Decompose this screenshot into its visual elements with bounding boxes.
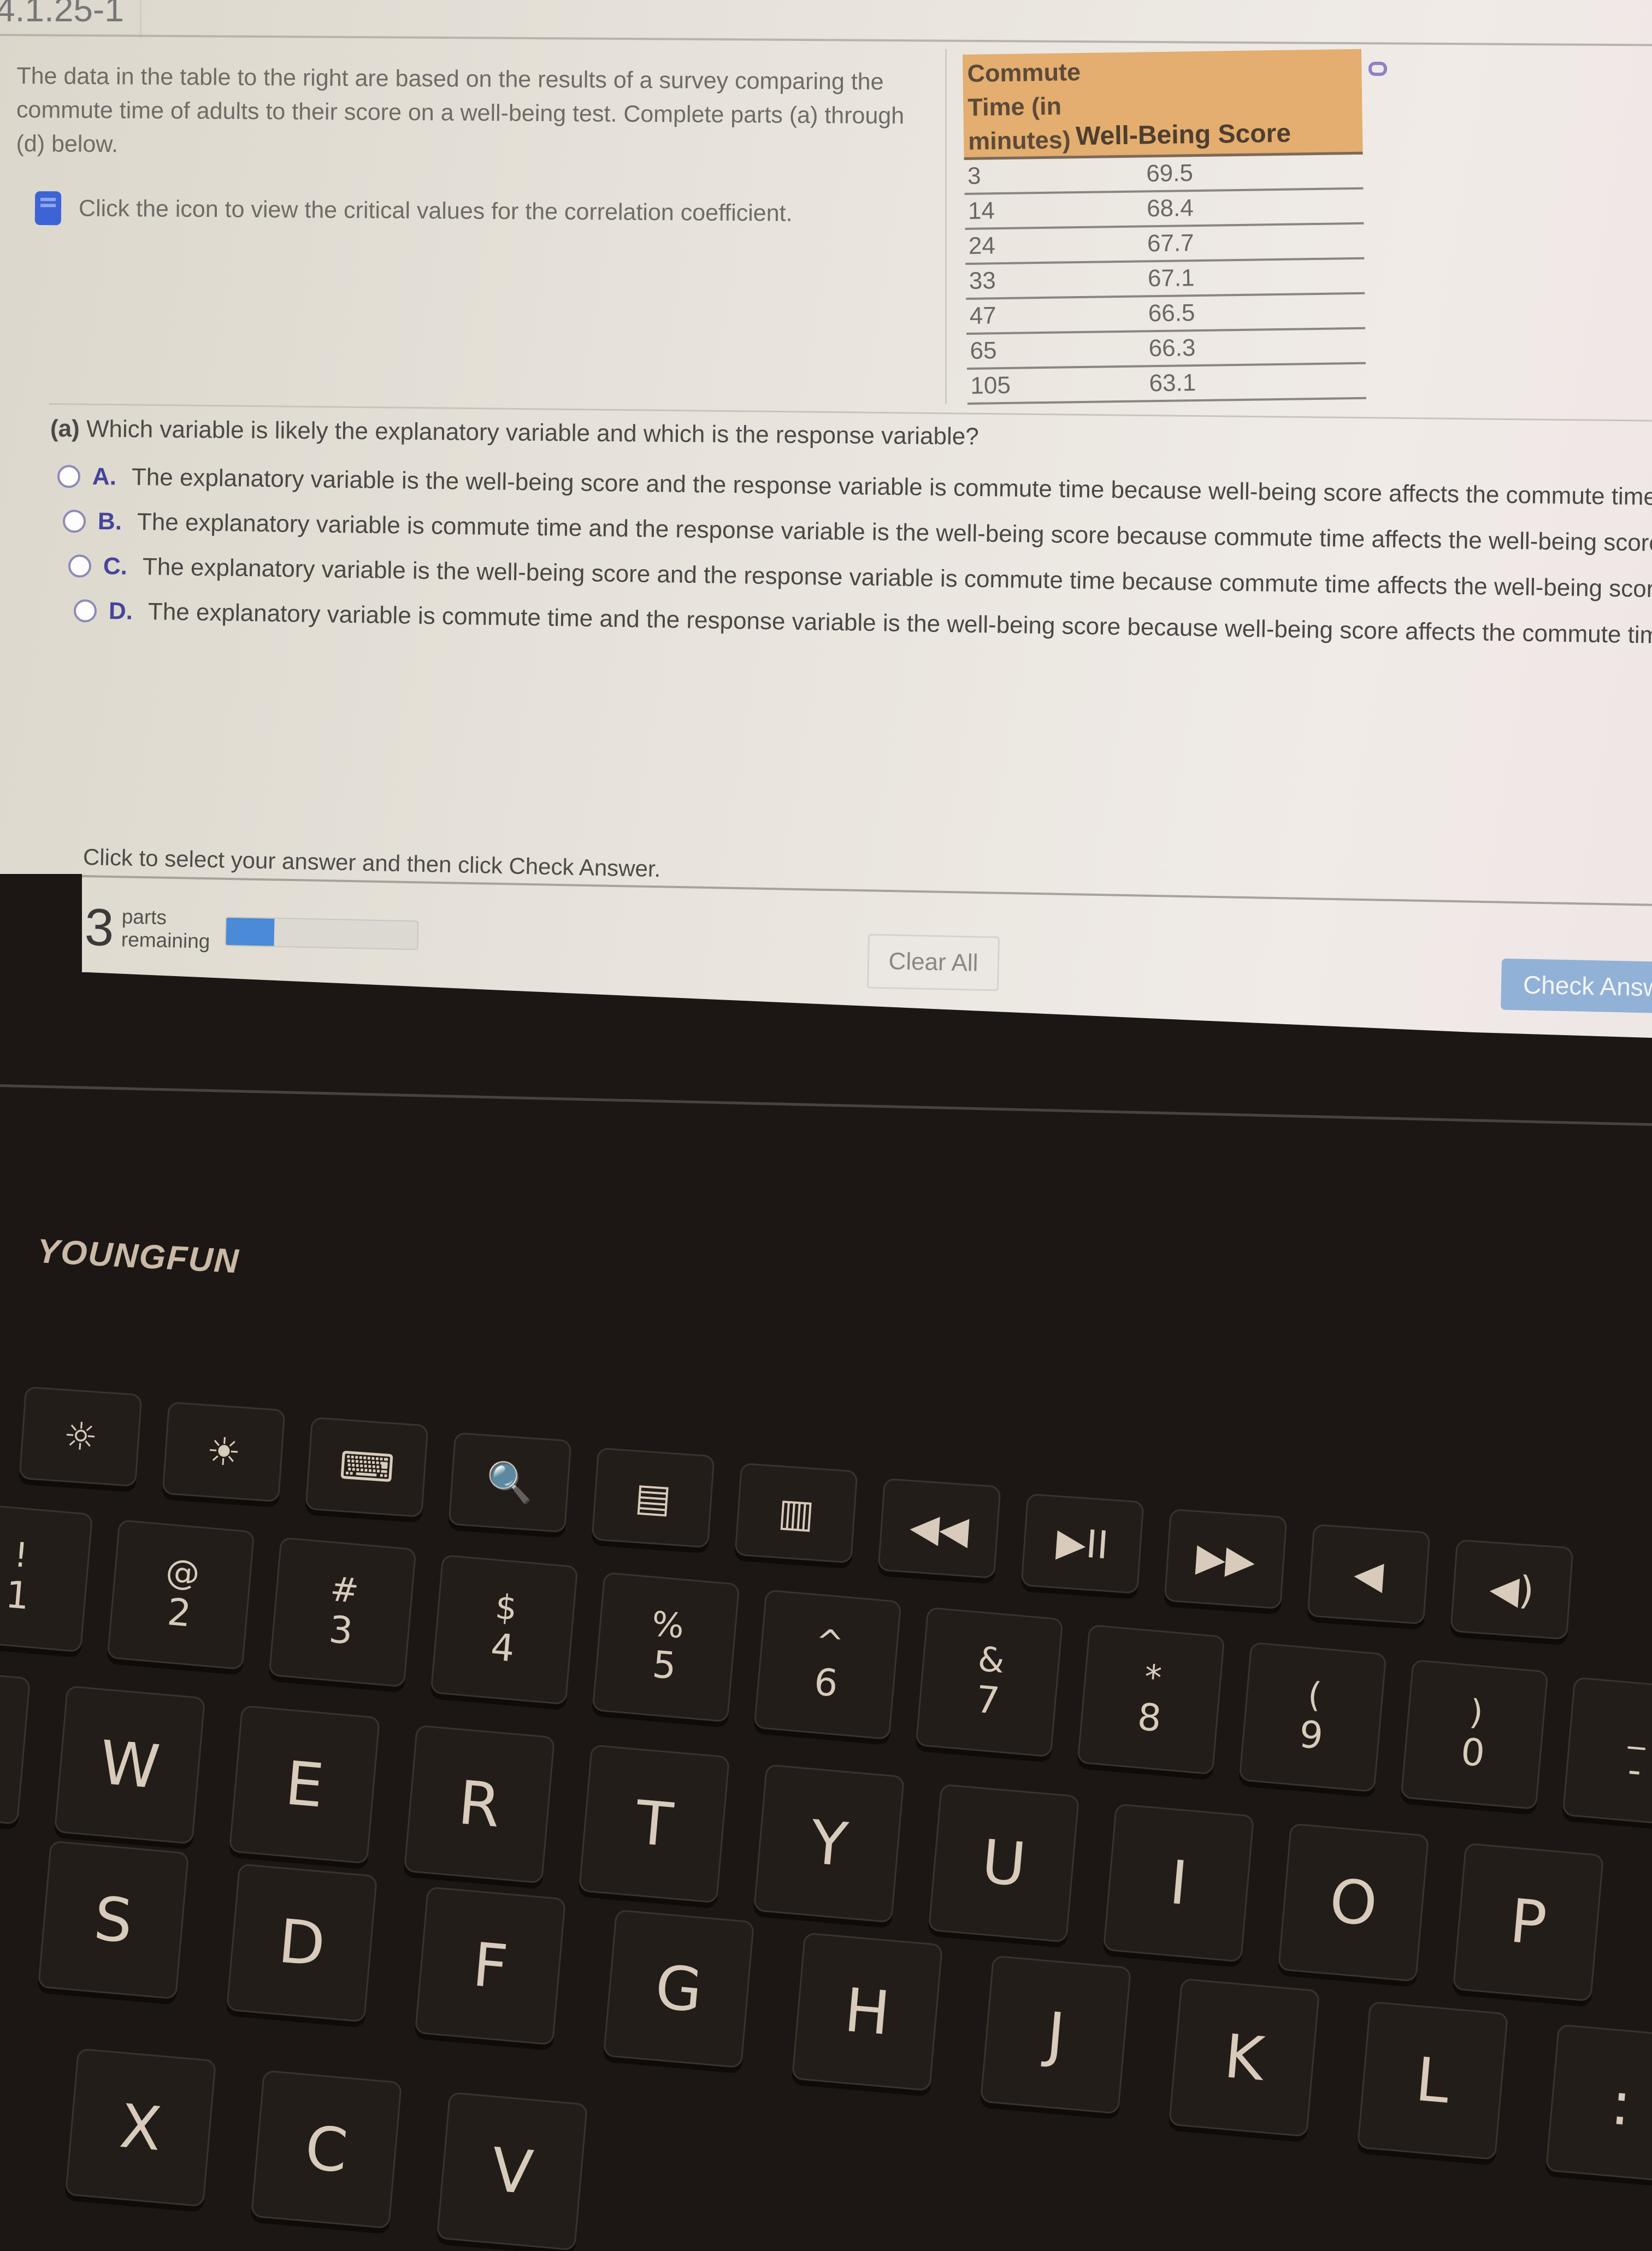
key-label: H	[841, 1975, 893, 2049]
key-o[interactable]: O	[1277, 1823, 1430, 1982]
key-x[interactable]: X	[64, 2048, 217, 2207]
key-label: 6	[812, 1660, 840, 1706]
key-8[interactable]: * 8	[1077, 1624, 1225, 1775]
key-label: 8	[1136, 1695, 1164, 1741]
key-shift-label: $	[493, 1586, 519, 1628]
key-shift-label: (	[1306, 1674, 1323, 1715]
key-label: 7	[974, 1677, 1002, 1723]
key-documents[interactable]: ▥	[734, 1462, 858, 1564]
volume-up-icon: ◀)	[1488, 1565, 1536, 1614]
key-label: G	[652, 1952, 705, 2026]
search-icon: 🔍	[485, 1458, 535, 1506]
key-3[interactable]: #3	[268, 1537, 417, 1688]
key-:[interactable]: :	[1545, 2024, 1652, 2183]
fast-forward-icon: ▶▶	[1194, 1534, 1257, 1584]
key-w[interactable]: W	[54, 1685, 206, 1845]
key-rewind[interactable]: ◀◀	[877, 1478, 1001, 1579]
key-label: 9	[1297, 1712, 1325, 1758]
key-e[interactable]: E	[228, 1705, 381, 1864]
key-c[interactable]: C	[250, 2070, 403, 2229]
key-label: 5	[651, 1643, 678, 1688]
key-label: K	[1221, 2021, 1267, 2094]
key-shift-label: ^	[813, 1621, 846, 1663]
key-volume-up[interactable]: ◀)	[1450, 1539, 1574, 1640]
key-shift-label: &	[976, 1638, 1006, 1681]
key-shift-label: *	[1142, 1656, 1164, 1698]
key-d[interactable]: D	[226, 1863, 378, 2023]
key-label: Y	[807, 1807, 851, 1880]
key-keyboard-backlight[interactable]: ⌨	[305, 1416, 429, 1518]
key-6[interactable]: ^ 6	[753, 1589, 902, 1740]
key-9[interactable]: (9	[1238, 1641, 1387, 1793]
key-play-pause[interactable]: ▶II	[1020, 1493, 1144, 1594]
key-v[interactable]: V	[436, 2092, 588, 2251]
key-brightness-up[interactable]: ☀	[162, 1401, 286, 1503]
key-t[interactable]: T	[578, 1744, 730, 1904]
key-label: 0	[1459, 1730, 1487, 1776]
key-label: S	[91, 1883, 135, 1957]
key-4[interactable]: $4	[430, 1554, 579, 1705]
keyboard: ☼☀⌨🔍▤▥◀◀▶II▶▶◀◀)!1@2#3$4%5^6&7*8(9)0_-QW…	[0, 0, 1652, 2251]
key-document[interactable]: ▤	[591, 1447, 715, 1549]
key-i[interactable]: I	[1102, 1803, 1255, 1963]
key-label: W	[97, 1727, 163, 1803]
key-label: R	[455, 1767, 504, 1841]
key-l[interactable]: L	[1356, 2001, 1509, 2160]
key-p[interactable]: P	[1452, 1842, 1604, 2002]
key-2[interactable]: @2	[107, 1519, 255, 1670]
key-g[interactable]: G	[603, 1909, 755, 2069]
key-label: 1	[4, 1573, 32, 1618]
key-h[interactable]: H	[791, 1932, 943, 2092]
key-shift-label: %	[650, 1603, 686, 1646]
key-1[interactable]: ! 1	[0, 1502, 93, 1653]
key-y[interactable]: Y	[753, 1764, 905, 1923]
key-brightness-down[interactable]: ☼	[19, 1386, 143, 1487]
key-label: L	[1413, 2044, 1453, 2117]
key-shift-label: #	[328, 1568, 361, 1611]
key-s[interactable]: S	[37, 1840, 190, 2000]
keyboard-backlight-icon: ⌨	[338, 1443, 396, 1492]
key-label: :	[1608, 2067, 1635, 2140]
key-search[interactable]: 🔍	[448, 1432, 572, 1533]
key-label: C	[302, 2112, 351, 2187]
key-label: U	[978, 1826, 1029, 1900]
key-shift-label: @	[164, 1551, 202, 1594]
key-fast-forward[interactable]: ▶▶	[1164, 1508, 1288, 1610]
key-label: X	[117, 2090, 164, 2165]
key-k[interactable]: K	[1168, 1978, 1320, 2137]
key-shift-label: !	[13, 1534, 30, 1575]
rewind-icon: ◀◀	[908, 1504, 971, 1553]
key-shift-label: _	[1627, 1709, 1649, 1750]
brightness-up-icon: ☀	[205, 1428, 243, 1476]
key-u[interactable]: U	[928, 1783, 1080, 1943]
key-label: -	[1626, 1748, 1643, 1793]
key-volume-down[interactable]: ◀	[1307, 1523, 1431, 1625]
key-5[interactable]: % 5	[592, 1571, 740, 1723]
key--[interactable]: _ -	[1562, 1676, 1652, 1828]
documents-icon: ▥	[776, 1489, 816, 1537]
key-r[interactable]: R	[403, 1724, 556, 1884]
volume-down-icon: ◀	[1352, 1551, 1385, 1598]
key-shift-label: )	[1468, 1691, 1485, 1733]
key-label: P	[1507, 1886, 1550, 1959]
brightness-down-icon: ☼	[62, 1413, 99, 1461]
key-0[interactable]: ) 0	[1400, 1659, 1549, 1810]
key-label: T	[633, 1787, 676, 1860]
key-label: 2	[166, 1590, 193, 1636]
key-7[interactable]: & 7	[915, 1606, 1064, 1758]
key-label: 3	[327, 1608, 355, 1653]
key-f[interactable]: F	[414, 1886, 567, 2046]
key-label: E	[282, 1748, 327, 1821]
key-label: D	[275, 1906, 328, 1980]
key-label: 4	[489, 1625, 517, 1671]
document-icon: ▤	[633, 1474, 673, 1522]
key-label: V	[488, 2134, 536, 2208]
play-pause-icon: ▶II	[1055, 1519, 1110, 1568]
key-q[interactable]: Q	[0, 1665, 31, 1825]
key-label: O	[1326, 1865, 1380, 1940]
key-label: J	[1043, 1999, 1068, 2071]
key-label: F	[470, 1929, 511, 2002]
key-label: I	[1166, 1847, 1191, 1919]
key-j[interactable]: J	[980, 1955, 1132, 2114]
